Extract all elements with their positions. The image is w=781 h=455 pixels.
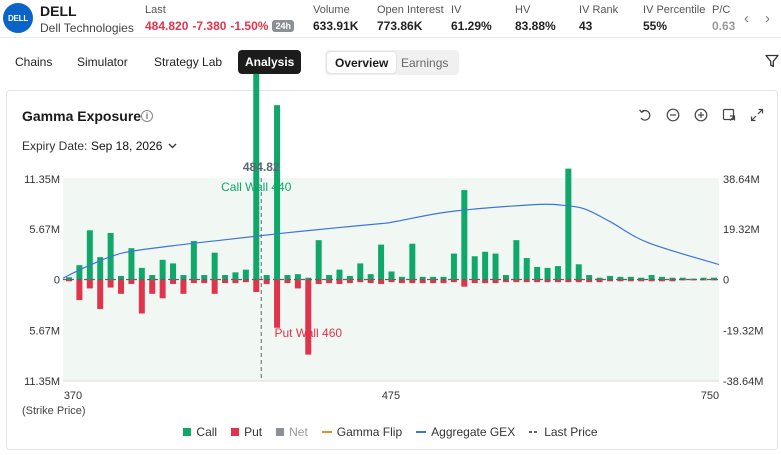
expiry-dropdown[interactable]: Sep 18, 2026 [91, 139, 177, 153]
tab-simulator[interactable]: Simulator [70, 50, 135, 74]
stat-open-interest: Open Interest 773.86K [377, 4, 444, 33]
dell-logo: DELL [3, 3, 33, 33]
company-name: Dell Technologies [40, 21, 134, 35]
segment-earnings[interactable]: Earnings [393, 52, 456, 73]
price-change-pct: -1.50% [230, 19, 269, 33]
legend-put[interactable]: Put [231, 425, 262, 439]
legend-call[interactable]: Call [183, 425, 217, 439]
export-icon[interactable] [722, 108, 736, 122]
ticker-symbol: DELL [40, 3, 77, 19]
reset-icon[interactable] [638, 108, 652, 122]
legend-gamma-flip[interactable]: Gamma Flip [321, 425, 402, 439]
zoom-out-icon[interactable] [666, 108, 680, 122]
tab-strategy-lab[interactable]: Strategy Lab [147, 50, 229, 74]
stat-iv-rank: IV Rank 43 [579, 4, 619, 33]
expiry-label: Expiry Date: [22, 139, 88, 153]
main-tabs: Chains Simulator Strategy Lab Analysis O… [0, 50, 781, 76]
fullscreen-icon[interactable] [750, 108, 764, 122]
expiry-value: Sep 18, 2026 [91, 139, 163, 153]
tab-analysis[interactable]: Analysis [238, 50, 302, 74]
stat-iv: IV 61.29% [451, 4, 492, 33]
stat-hv: HV 83.88% [515, 4, 556, 33]
tab-chains[interactable]: Chains [8, 50, 59, 74]
filter-icon[interactable] [765, 54, 779, 68]
put-swatch [231, 428, 240, 436]
segment-overview[interactable]: Overview [327, 52, 397, 73]
stat-put-call: P/C 0.63 [712, 4, 736, 33]
gamma-flip-swatch [321, 431, 332, 433]
chevron-left-icon[interactable]: ‹ [744, 10, 749, 27]
net-swatch [276, 428, 285, 436]
session-badge[interactable]: 24h [272, 20, 294, 32]
stat-volume: Volume 633.91K [313, 4, 359, 33]
aggregate-gex-swatch [416, 431, 427, 433]
view-segment: Overview Earnings [325, 50, 459, 75]
legend-last-price[interactable]: Last Price [529, 425, 598, 439]
card-title: Gamma Exposure [22, 108, 142, 124]
stat-iv-percentile: IV Percentile 55% [643, 4, 706, 33]
stat-last: Last 484.820 -7.380 -1.50% 24h [145, 4, 294, 33]
legend-net[interactable]: Net [276, 425, 308, 439]
chevron-right-icon[interactable]: › [765, 10, 770, 27]
zoom-in-icon[interactable] [694, 108, 708, 122]
legend-aggregate-gex[interactable]: Aggregate GEX [416, 425, 515, 439]
price-change: -7.380 [192, 19, 227, 33]
last-price-swatch [529, 431, 540, 433]
quote-header: DELL DELL Dell Technologies Last 484.820… [0, 0, 781, 38]
chart-legend: Call Put Net Gamma Flip Aggregate GEX La… [0, 425, 781, 439]
info-icon[interactable]: i [141, 110, 153, 122]
last-price: 484.820 [145, 19, 189, 33]
chevron-down-icon [168, 143, 177, 149]
call-swatch [183, 428, 192, 436]
